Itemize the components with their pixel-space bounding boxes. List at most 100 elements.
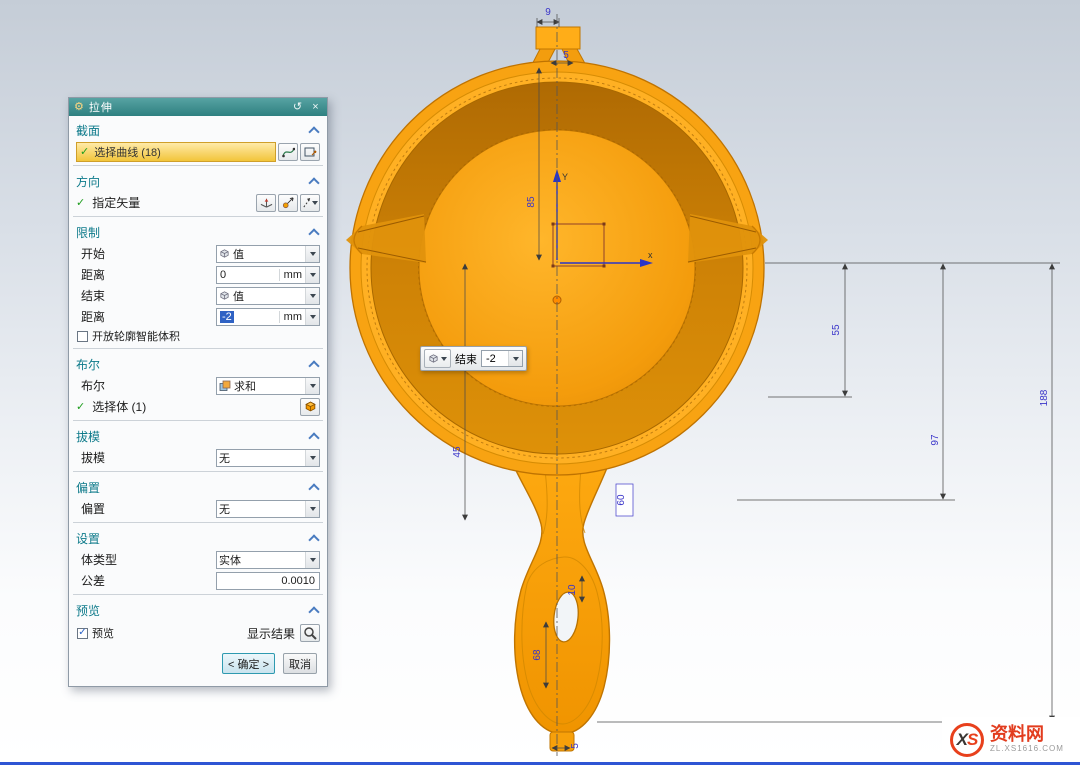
section-header-direction[interactable]: 方向	[69, 169, 327, 192]
offset-dropdown[interactable]: 无	[216, 500, 320, 518]
draft-label: 拔模	[76, 449, 216, 466]
dropdown-arrow-icon	[310, 507, 316, 511]
y-axis-label: Y	[562, 172, 568, 182]
offset-value: 无	[219, 501, 302, 517]
section-header-preview[interactable]: 预览	[69, 598, 327, 621]
end-distance-input[interactable]: -2 mm	[216, 308, 320, 326]
section-header-label: 拔模	[76, 428, 100, 445]
draft-value: 无	[219, 450, 302, 466]
dimension-text[interactable]: 85	[526, 196, 537, 208]
body-type-value: 实体	[219, 552, 302, 568]
vector-inferred-button[interactable]	[256, 194, 276, 212]
dimension-text[interactable]: 55	[831, 324, 842, 336]
start-distance-unit: mm	[279, 269, 305, 281]
curve-rule-button[interactable]	[278, 143, 298, 161]
boolean-label: 布尔	[76, 377, 216, 394]
check-icon: ✓	[76, 196, 85, 209]
onscreen-input-toolbar[interactable]: 结束 -2	[420, 346, 527, 371]
collapse-chevron-icon[interactable]	[308, 483, 319, 494]
section-header-boolean[interactable]: 布尔	[69, 352, 327, 375]
start-type-dropdown[interactable]: 值	[216, 245, 320, 263]
end-distance-value[interactable]: -2	[220, 311, 234, 323]
collapse-chevron-icon[interactable]	[308, 228, 319, 239]
select-body-label: 选择体 (1)	[87, 398, 298, 415]
sketch-section-button[interactable]	[300, 143, 320, 161]
watermark-logo-x: X	[957, 730, 967, 750]
offset-label: 偏置	[76, 500, 216, 517]
section-header-draft[interactable]: 拔模	[69, 424, 327, 447]
start-distance-input[interactable]: 0 mm	[216, 266, 320, 284]
section-header-label: 偏置	[76, 479, 100, 496]
start-distance-value[interactable]: 0	[217, 269, 279, 281]
point-arrow-icon	[282, 196, 295, 209]
dropdown-arrow-icon	[310, 294, 316, 298]
end-distance-label: 距离	[76, 308, 216, 325]
dimension-text[interactable]: 60	[616, 494, 627, 506]
dimension-text[interactable]: 188	[1039, 389, 1050, 406]
section-header-limits[interactable]: 限制	[69, 220, 327, 243]
check-icon: ✓	[76, 400, 85, 413]
collapse-chevron-icon[interactable]	[308, 360, 319, 371]
open-profile-checkbox[interactable]	[77, 331, 88, 342]
open-profile-label: 开放轮廓智能体积	[92, 328, 180, 344]
collapse-chevron-icon[interactable]	[308, 177, 319, 188]
dropdown-arrow-icon	[310, 384, 316, 388]
section-header-section[interactable]: 截面	[69, 118, 327, 141]
extrude-dialog[interactable]: ⚙ 拉伸 ↺ × 截面 ✓ 选择曲线 (18)	[68, 97, 328, 687]
section-header-label: 布尔	[76, 356, 100, 373]
end-type-dropdown[interactable]: 值	[216, 287, 320, 305]
cancel-button[interactable]: 取消	[283, 653, 317, 674]
section-header-label: 预览	[76, 602, 100, 619]
collapse-chevron-icon[interactable]	[308, 606, 319, 617]
preview-checkbox[interactable]: ✓	[77, 628, 88, 639]
dimension-text[interactable]: 68	[532, 649, 543, 661]
dialog-titlebar[interactable]: ⚙ 拉伸 ↺ ×	[69, 98, 327, 116]
preview-label: 预览	[92, 625, 114, 641]
section-header-label: 截面	[76, 122, 100, 139]
orange-cube-icon	[304, 400, 317, 413]
limit-option-button[interactable]	[424, 349, 451, 368]
dialog-title: 拉伸	[89, 99, 286, 115]
collapse-chevron-icon[interactable]	[308, 126, 319, 137]
boolean-dropdown[interactable]: 求和	[216, 377, 320, 395]
body-type-label: 体类型	[76, 551, 216, 568]
section-header-settings[interactable]: 设置	[69, 526, 327, 549]
dimension-text[interactable]: 10	[567, 584, 578, 596]
tolerance-label: 公差	[76, 572, 216, 589]
vector-options-button[interactable]	[300, 194, 320, 212]
select-curve-field[interactable]: ✓ 选择曲线 (18)	[76, 142, 276, 162]
check-icon: ✓	[80, 145, 89, 158]
section-header-label: 方向	[76, 173, 100, 190]
show-result-label: 显示结果	[247, 625, 295, 642]
cube-icon	[428, 353, 439, 364]
select-body-button[interactable]	[300, 398, 320, 416]
ok-button[interactable]: < 确定 >	[222, 653, 275, 674]
tolerance-input[interactable]: 0.0010	[216, 572, 320, 590]
dimension-text[interactable]: 9	[545, 7, 551, 18]
watermark-brand: 资料网	[990, 725, 1064, 745]
body-type-dropdown[interactable]: 实体	[216, 551, 320, 569]
section-header-label: 设置	[76, 530, 100, 547]
pan-tab-head[interactable]	[536, 27, 580, 49]
show-result-button[interactable]	[300, 624, 320, 642]
dialog-close-button[interactable]: ×	[309, 102, 322, 113]
cube-icon	[219, 290, 230, 301]
end-distance-onscreen-dropdown[interactable]: -2	[481, 350, 523, 367]
specify-vector-label: 指定矢量	[87, 194, 254, 211]
dropdown-arrow-icon	[441, 357, 447, 361]
vector-point-button[interactable]	[278, 194, 298, 212]
dimension-text[interactable]: 45	[452, 446, 463, 458]
collapse-chevron-icon[interactable]	[308, 534, 319, 545]
dimension-text[interactable]: 5	[570, 743, 581, 749]
dimension-text[interactable]: 5	[563, 50, 569, 61]
dialog-reset-button[interactable]: ↺	[291, 102, 304, 113]
dimension-text[interactable]: 97	[930, 434, 941, 446]
boolean-unite-icon	[219, 380, 231, 392]
section-header-offset[interactable]: 偏置	[69, 475, 327, 498]
collapse-chevron-icon[interactable]	[308, 432, 319, 443]
dashed-vector-icon	[302, 196, 312, 209]
draft-dropdown[interactable]: 无	[216, 449, 320, 467]
end-distance-onscreen-value[interactable]: -2	[482, 353, 508, 365]
nx-application-viewport[interactable]: x Y 9 5 85 55	[0, 0, 1080, 765]
start-distance-label: 距离	[76, 266, 216, 283]
